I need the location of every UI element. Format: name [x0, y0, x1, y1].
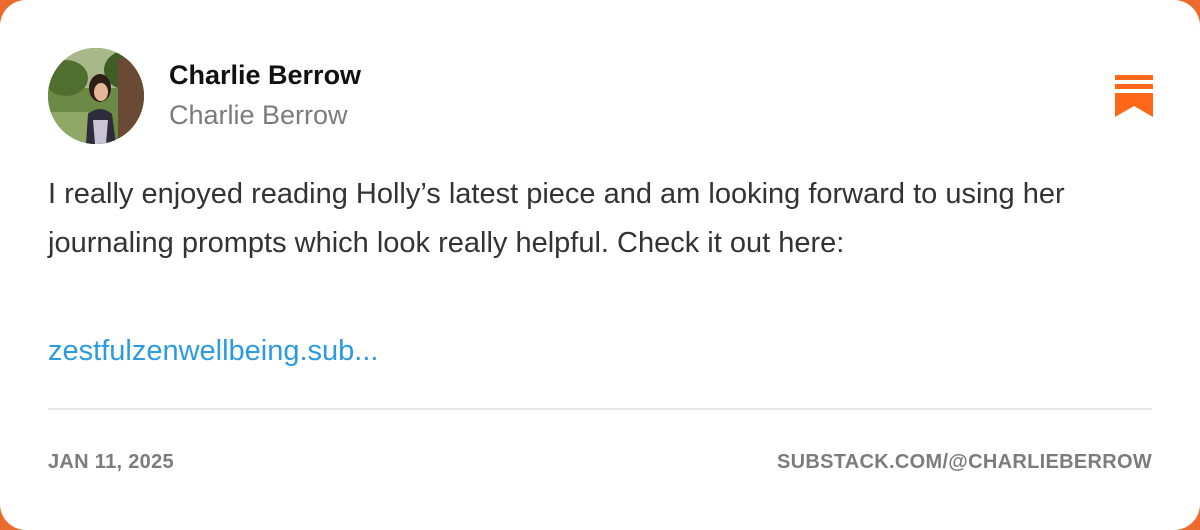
substack-bookmark-icon[interactable]: [1115, 75, 1153, 117]
author-name[interactable]: Charlie Berrow: [169, 60, 361, 91]
note-card: Charlie Berrow Charlie Berrow I really e…: [0, 0, 1200, 530]
avatar-photo-icon: [48, 48, 144, 144]
profile-url-link[interactable]: SUBSTACK.COM/@CHARLIEBERROW: [777, 451, 1152, 474]
divider: [48, 408, 1152, 410]
post-date: JAN 11, 2025: [48, 451, 174, 473]
post-link[interactable]: zestfulzenwellbeing.sub...: [48, 335, 378, 368]
author-handle[interactable]: Charlie Berrow: [169, 100, 348, 131]
post-body-text: I really enjoyed reading Holly’s latest …: [48, 178, 1065, 259]
author-avatar[interactable]: [48, 48, 144, 144]
